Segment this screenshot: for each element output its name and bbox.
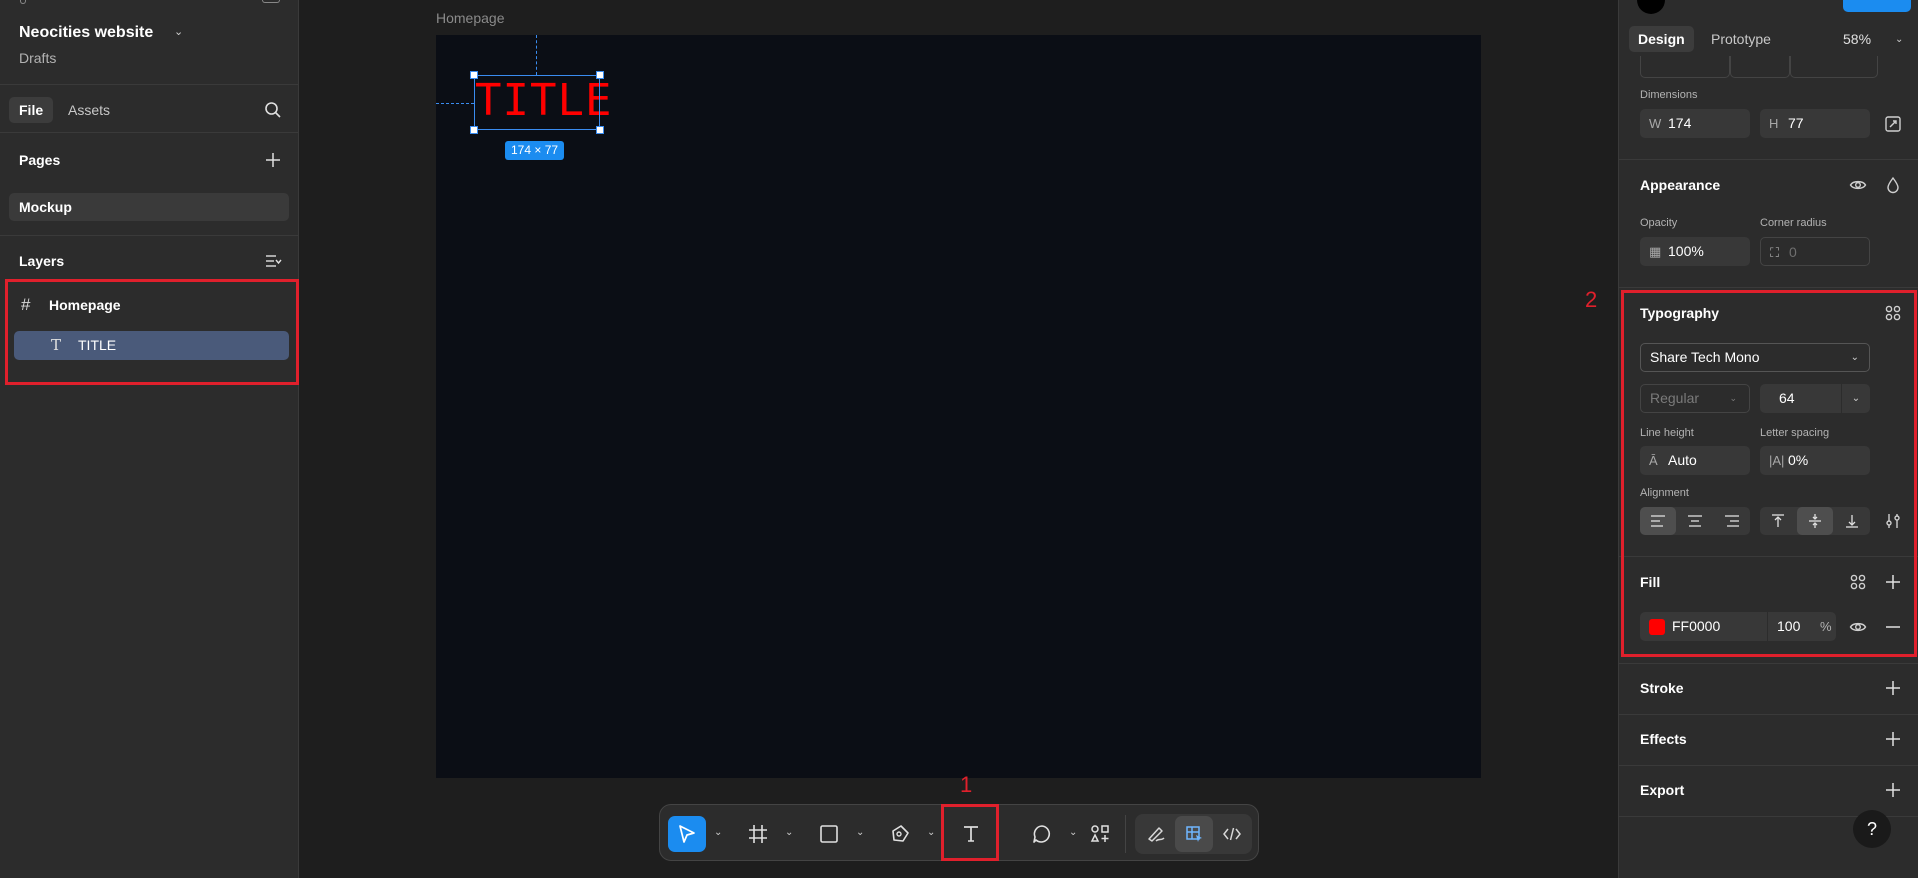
stroke-heading: Stroke xyxy=(1640,680,1684,696)
dimensions-badge: 174 × 77 xyxy=(505,141,565,160)
measure-guide-vertical xyxy=(536,35,537,75)
resize-handle-top-left[interactable] xyxy=(470,71,478,79)
width-value: 174 xyxy=(1668,115,1692,131)
divider xyxy=(1619,663,1918,664)
resize-handle-bottom-right[interactable] xyxy=(596,126,604,134)
mode-switcher xyxy=(1135,814,1252,854)
comment-tool-button[interactable] xyxy=(1023,816,1061,852)
eye-icon[interactable] xyxy=(1849,176,1867,194)
blend-mode-icon[interactable] xyxy=(1884,176,1902,194)
page-item-mockup[interactable]: Mockup xyxy=(9,193,289,221)
tab-prototype[interactable]: Prototype xyxy=(1711,26,1771,52)
position-controls-stub xyxy=(1640,56,1890,78)
corner-radius-value: 0 xyxy=(1789,244,1797,260)
divider xyxy=(1619,765,1918,766)
dev-mode-button[interactable] xyxy=(1213,816,1251,852)
chevron-down-icon[interactable]: ⌄ xyxy=(1069,827,1077,838)
resize-handle-bottom-left[interactable] xyxy=(470,126,478,134)
search-icon[interactable] xyxy=(264,101,282,119)
move-tool-button[interactable] xyxy=(668,816,706,852)
resize-to-fit-icon[interactable] xyxy=(1884,115,1902,133)
add-effect-icon[interactable] xyxy=(1884,730,1902,748)
chevron-down-icon[interactable]: ⌄ xyxy=(927,827,935,838)
divider xyxy=(1619,287,1918,288)
avatar[interactable] xyxy=(1637,0,1665,14)
selection-box[interactable] xyxy=(474,75,600,130)
file-location[interactable]: Drafts xyxy=(19,50,56,66)
frame-label[interactable]: Homepage xyxy=(436,10,505,26)
position-segment[interactable] xyxy=(1730,56,1790,78)
artboard-homepage[interactable] xyxy=(436,35,1481,778)
file-title[interactable]: Neocities website xyxy=(19,24,153,42)
chevron-down-icon[interactable]: ⌄ xyxy=(785,827,793,838)
position-segment[interactable] xyxy=(1640,56,1730,78)
divider xyxy=(1619,714,1918,715)
pages-heading: Pages xyxy=(19,152,61,168)
width-field[interactable]: W 174 xyxy=(1640,109,1750,138)
add-stroke-icon[interactable] xyxy=(1884,679,1902,697)
frame-tool-button[interactable] xyxy=(739,816,777,852)
height-field[interactable]: H 77 xyxy=(1760,109,1870,138)
frame-icon xyxy=(749,825,767,843)
width-prefix: W xyxy=(1649,116,1662,131)
height-prefix: H xyxy=(1769,116,1779,131)
draw-mode-button[interactable] xyxy=(1137,816,1175,852)
annotation-box-1 xyxy=(941,804,999,861)
corner-radius-label: Corner radius xyxy=(1760,217,1827,229)
height-value: 77 xyxy=(1788,115,1804,131)
opacity-label: Opacity xyxy=(1640,217,1678,229)
file-header: Neocities website ⌄ Drafts xyxy=(0,0,299,85)
toolbar-separator xyxy=(1125,815,1126,853)
share-button[interactable] xyxy=(1843,0,1911,12)
add-export-icon[interactable] xyxy=(1884,781,1902,799)
add-page-icon[interactable] xyxy=(264,151,282,169)
cursor-icon xyxy=(679,825,695,843)
corner-radius-icon: ⛶ xyxy=(1770,245,1780,260)
rectangle-icon xyxy=(820,825,838,843)
chevron-down-icon[interactable]: ⌄ xyxy=(856,827,864,838)
appearance-heading: Appearance xyxy=(1640,177,1721,193)
divider xyxy=(0,235,299,236)
measure-guide-horizontal xyxy=(436,103,474,104)
actions-tool-button[interactable] xyxy=(1081,816,1119,852)
effects-heading: Effects xyxy=(1640,731,1687,747)
chevron-down-icon[interactable]: ⌄ xyxy=(174,25,183,38)
annotation-label-2: 2 xyxy=(1585,287,1598,312)
layers-heading: Layers xyxy=(19,253,65,269)
annotation-label-1: 1 xyxy=(960,772,973,797)
opacity-value: 100% xyxy=(1668,243,1704,259)
resize-handle-top-right[interactable] xyxy=(596,71,604,79)
corner-radius-field[interactable]: ⛶ 0 xyxy=(1760,237,1870,266)
position-segment[interactable] xyxy=(1790,56,1878,78)
dimensions-label: Dimensions xyxy=(1640,89,1698,101)
rectangle-tool-button[interactable] xyxy=(810,816,848,852)
pen-tool-button[interactable] xyxy=(881,816,919,852)
layer-sort-icon[interactable] xyxy=(264,252,282,270)
left-tabs: File Assets xyxy=(0,85,299,133)
actions-icon xyxy=(1090,825,1109,842)
pen-icon xyxy=(892,825,909,842)
design-mode-button[interactable] xyxy=(1175,816,1213,852)
tab-design[interactable]: Design xyxy=(1629,26,1694,52)
left-panel: Neocities website ⌄ Drafts File Assets P… xyxy=(0,0,299,878)
tab-file[interactable]: File xyxy=(9,97,54,123)
tab-assets[interactable]: Assets xyxy=(68,97,110,123)
code-icon xyxy=(1223,827,1241,841)
help-button[interactable]: ? xyxy=(1853,810,1891,848)
comment-icon xyxy=(1033,825,1051,843)
zoom-level[interactable]: 58% xyxy=(1843,26,1871,52)
chevron-down-icon[interactable]: ⌄ xyxy=(714,827,722,838)
design-icon xyxy=(1186,826,1202,842)
chevron-down-icon[interactable]: ⌄ xyxy=(1895,27,1903,53)
opacity-icon: ▦ xyxy=(1649,244,1662,259)
opacity-field[interactable]: ▦ 100% xyxy=(1640,237,1750,266)
annotation-box-2 xyxy=(1621,290,1917,657)
divider xyxy=(1619,159,1918,160)
design-tabs: Design Prototype 58% ⌄ xyxy=(1619,22,1918,56)
draw-icon xyxy=(1148,827,1165,842)
annotation-box-3 xyxy=(5,279,299,385)
export-heading: Export xyxy=(1640,782,1685,798)
